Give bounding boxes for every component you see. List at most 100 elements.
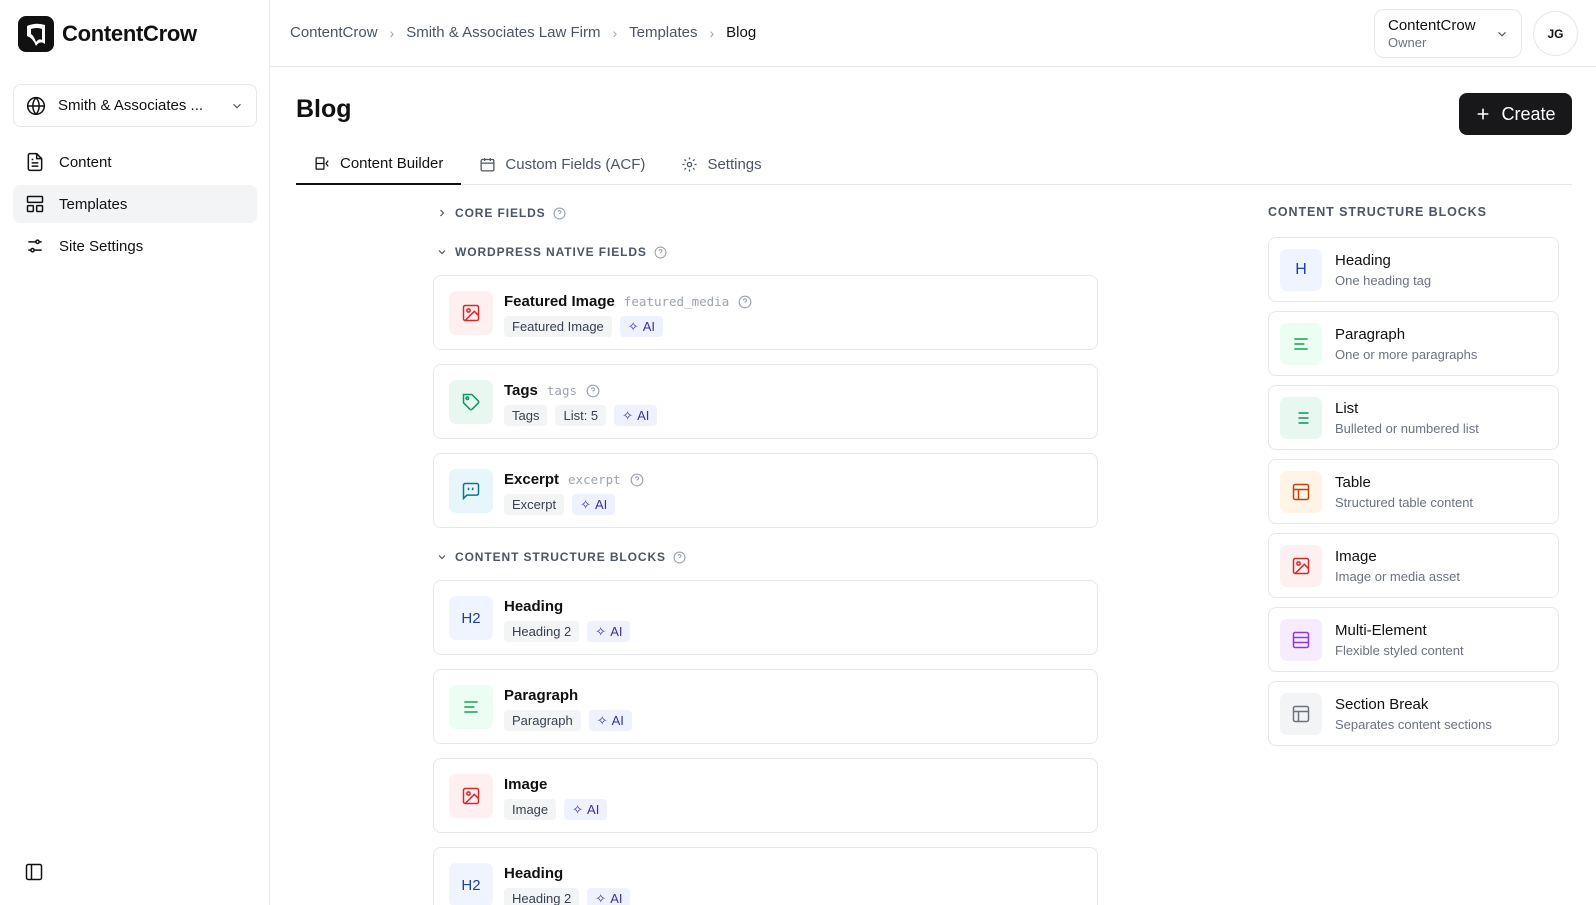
ai-badge: ✧ AI: [588, 710, 632, 731]
app-logo[interactable]: ContentCrow: [18, 16, 197, 52]
chevron-down-icon: [1498, 31, 1506, 37]
help-icon[interactable]: [553, 207, 566, 220]
palette-block-heading[interactable]: H Heading One heading tag: [1268, 237, 1559, 302]
account-name: ContentCrow: [1388, 17, 1476, 34]
sidebar-toggle-button[interactable]: [24, 862, 44, 887]
sidebar-item-content[interactable]: Content: [13, 143, 257, 181]
paragraph-icon: [1280, 323, 1322, 365]
help-icon[interactable]: [630, 473, 644, 487]
site-selector[interactable]: Smith & Associates ...: [13, 84, 257, 127]
chevron-down-icon: [438, 555, 446, 560]
tab-label: Content Builder: [340, 154, 444, 172]
image-icon: [449, 774, 493, 818]
block-description: Structured table content: [1335, 495, 1474, 510]
palette-block-image[interactable]: Image Image or media asset: [1268, 533, 1559, 598]
tab-settings[interactable]: Settings: [663, 143, 779, 185]
section-break-icon: [1280, 693, 1322, 735]
help-icon[interactable]: [738, 295, 752, 309]
tab-content-builder[interactable]: Content Builder: [296, 143, 462, 185]
globe-icon: [26, 96, 46, 115]
tag-icon: [449, 380, 493, 424]
block-title: Multi-Element: [1335, 622, 1427, 639]
create-button[interactable]: Create: [1459, 93, 1572, 135]
document-icon: [27, 152, 43, 172]
field-key: tags: [546, 383, 578, 398]
chevron-right-icon: ›: [612, 24, 618, 41]
palette-block-table[interactable]: Table Structured table content: [1268, 459, 1559, 524]
block-title: Section Break: [1335, 696, 1429, 713]
breadcrumb-item[interactable]: Smith & Associates Law Firm: [406, 24, 600, 41]
field-title: Featured Image: [504, 293, 615, 310]
palette-block-multi-element[interactable]: Multi-Element Flexible styled content: [1268, 607, 1559, 672]
section-content-structure[interactable]: CONTENT STRUCTURE BLOCKS: [436, 550, 686, 564]
tab-custom-fields[interactable]: Custom Fields (ACF): [461, 143, 663, 185]
ai-badge: ✧ AI: [587, 621, 631, 642]
ai-badge-label: AI: [610, 891, 623, 905]
block-type-chip: Image: [504, 799, 557, 820]
block-title: Image: [504, 776, 548, 793]
ai-badge: ✧ AI: [619, 316, 663, 337]
field-card-tags[interactable]: Tags tags Tags List: 5 ✧ AI: [433, 364, 1098, 439]
sidebar-item-label: Site Settings: [59, 237, 144, 255]
breadcrumb-item[interactable]: ContentCrow: [290, 24, 378, 41]
sidebar-item-templates[interactable]: Templates: [13, 185, 257, 223]
block-title: List: [1335, 400, 1359, 417]
image-icon: [1280, 545, 1322, 587]
section-wordpress-fields[interactable]: WORDPRESS NATIVE FIELDS: [436, 245, 667, 259]
palette-block-section-break[interactable]: Section Break Separates content sections: [1268, 681, 1559, 746]
avatar[interactable]: JG: [1533, 11, 1578, 56]
sparkle-icon: ✧: [622, 407, 634, 423]
breadcrumb: ContentCrow › Smith & Associates Law Fir…: [290, 24, 756, 41]
blocks-panel-title: CONTENT STRUCTURE BLOCKS: [1268, 205, 1487, 219]
block-title: Paragraph: [504, 687, 579, 704]
multi-element-icon: [1280, 619, 1322, 661]
sliders-icon: [28, 239, 42, 253]
section-label: WORDPRESS NATIVE FIELDS: [455, 245, 647, 259]
account-role: Owner: [1388, 35, 1427, 50]
list-icon: [1280, 397, 1322, 439]
gear-icon: [682, 156, 698, 172]
block-card-paragraph[interactable]: Paragraph Paragraph ✧ AI: [433, 669, 1098, 744]
account-switcher[interactable]: ContentCrow Owner: [1374, 9, 1522, 58]
block-type-chip: Paragraph: [504, 710, 581, 731]
block-title: Image: [1335, 548, 1377, 565]
site-selector-label: Smith & Associates ...: [58, 97, 204, 114]
breadcrumb-item[interactable]: Templates: [629, 24, 697, 41]
palette-block-list[interactable]: List Bulleted or numbered list: [1268, 385, 1559, 450]
chevron-right-icon: [440, 209, 445, 217]
field-key: excerpt: [568, 472, 621, 487]
block-description: One heading tag: [1335, 273, 1432, 288]
crow-logo-icon: [18, 16, 54, 52]
help-icon[interactable]: [654, 246, 667, 259]
calendar-icon: [480, 157, 495, 172]
field-title: Excerpt: [504, 471, 560, 488]
heading-icon: H2: [449, 863, 493, 905]
field-card-excerpt[interactable]: Excerpt excerpt Excerpt ✧ AI: [433, 453, 1098, 528]
top-header: ContentCrow › Smith & Associates Law Fir…: [270, 0, 1596, 67]
chevron-right-icon: ›: [389, 24, 395, 41]
block-title: Heading: [504, 598, 564, 615]
ai-badge-label: AI: [610, 624, 623, 639]
block-type-chip: Heading 2: [504, 888, 580, 905]
palette-block-paragraph[interactable]: Paragraph One or more paragraphs: [1268, 311, 1559, 376]
block-card-heading[interactable]: H2 Heading Heading 2 ✧ AI: [433, 580, 1098, 655]
sidebar: ContentCrow Smith & Associates ... Conte…: [0, 0, 270, 905]
section-core-fields[interactable]: CORE FIELDS: [436, 206, 566, 220]
help-icon[interactable]: [673, 551, 686, 564]
sparkle-icon: ✧: [595, 623, 607, 639]
block-card-heading[interactable]: H2 Heading Heading 2 ✧ AI: [433, 847, 1098, 905]
page-title: Blog: [296, 95, 352, 123]
field-card-featured-image[interactable]: Featured Image featured_media Featured I…: [433, 275, 1098, 350]
field-count-chip: List: 5: [555, 405, 607, 426]
sidebar-item-site-settings[interactable]: Site Settings: [13, 227, 257, 265]
quote-icon: [449, 469, 493, 513]
sparkle-icon: ✧: [596, 712, 608, 728]
sparkle-icon: ✧: [627, 318, 639, 334]
table-icon: [1280, 471, 1322, 513]
block-card-image[interactable]: Image Image ✧ AI: [433, 758, 1098, 833]
block-description: One or more paragraphs: [1335, 347, 1478, 362]
block-description: Flexible styled content: [1335, 643, 1464, 658]
ai-badge-label: AI: [594, 497, 608, 512]
help-icon[interactable]: [586, 384, 600, 398]
block-description: Bulleted or numbered list: [1335, 421, 1479, 436]
